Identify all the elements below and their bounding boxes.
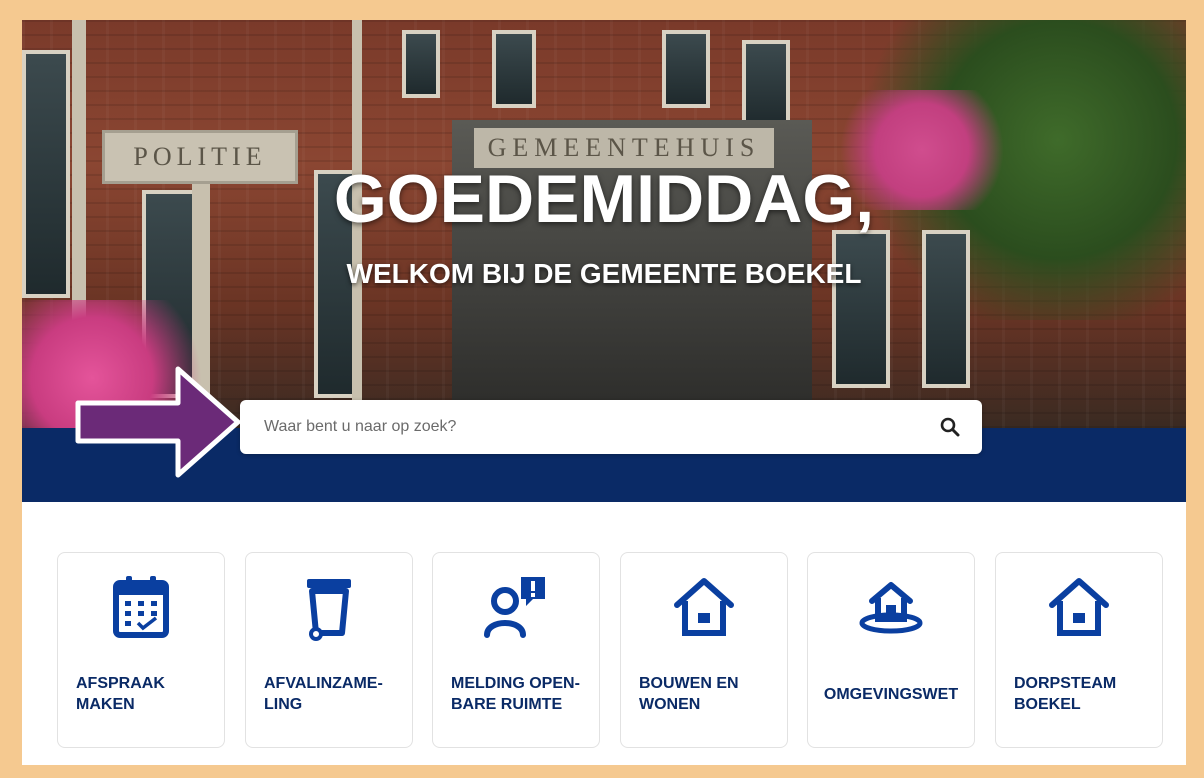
house-on-ground-icon bbox=[859, 582, 923, 634]
hero-photo-window bbox=[742, 40, 790, 128]
tile-bouwen-en-wonen[interactable]: BOUWEN EN WONEN bbox=[620, 552, 788, 748]
search-button[interactable] bbox=[938, 415, 962, 439]
house-icon bbox=[674, 578, 734, 636]
hero-photo-window bbox=[922, 230, 970, 388]
search-icon bbox=[940, 417, 960, 437]
tile-melding-openbare-ruimte[interactable]: MELDING OPEN- BARE RUIMTE bbox=[432, 552, 600, 748]
search-bar bbox=[240, 400, 982, 454]
house-icon bbox=[1049, 578, 1109, 636]
hero-subtitle: WELKOM BIJ DE GEMEENTE BOEKEL bbox=[346, 258, 862, 289]
waste-bin-icon bbox=[307, 579, 351, 641]
tile-label: OMGEVINGSWET bbox=[823, 686, 959, 703]
tile-omgevingswet[interactable]: OMGEVINGSWET bbox=[807, 552, 975, 748]
person-alert-icon bbox=[484, 577, 545, 638]
tile-dorpsteam-boekel[interactable]: DORPSTEAM BOEKEL bbox=[995, 552, 1163, 748]
tile-label: BOUWEN EN WONEN bbox=[639, 675, 739, 713]
calendar-icon bbox=[113, 576, 169, 638]
hero-photo-window bbox=[832, 230, 890, 388]
tile-afspraak-maken[interactable]: AFSPRAAK MAKEN bbox=[57, 552, 225, 748]
tile-label: AFSPRAAK MAKEN bbox=[76, 675, 165, 713]
search-input[interactable] bbox=[262, 417, 938, 437]
quick-links: AFSPRAAK MAKEN AFVALINZAME- LING MELDING… bbox=[57, 552, 1163, 748]
tile-label: AFVALINZAME- LING bbox=[264, 675, 383, 713]
tile-label: DORPSTEAM BOEKEL bbox=[1014, 675, 1117, 713]
tile-label: MELDING OPEN- BARE RUIMTE bbox=[451, 675, 580, 713]
hero-photo-window bbox=[662, 30, 710, 108]
hero-title: GOEDEMIDDAG, bbox=[333, 161, 875, 237]
hero-photo-window bbox=[402, 30, 440, 98]
hero-photo-window bbox=[492, 30, 536, 108]
page-frame: POLITIE GEMEENTEHUIS GOEDEMIDDAG, WELKOM… bbox=[22, 20, 1186, 765]
tile-afvalinzameling[interactable]: AFVALINZAME- LING bbox=[245, 552, 413, 748]
arrow-right-icon bbox=[75, 366, 241, 478]
